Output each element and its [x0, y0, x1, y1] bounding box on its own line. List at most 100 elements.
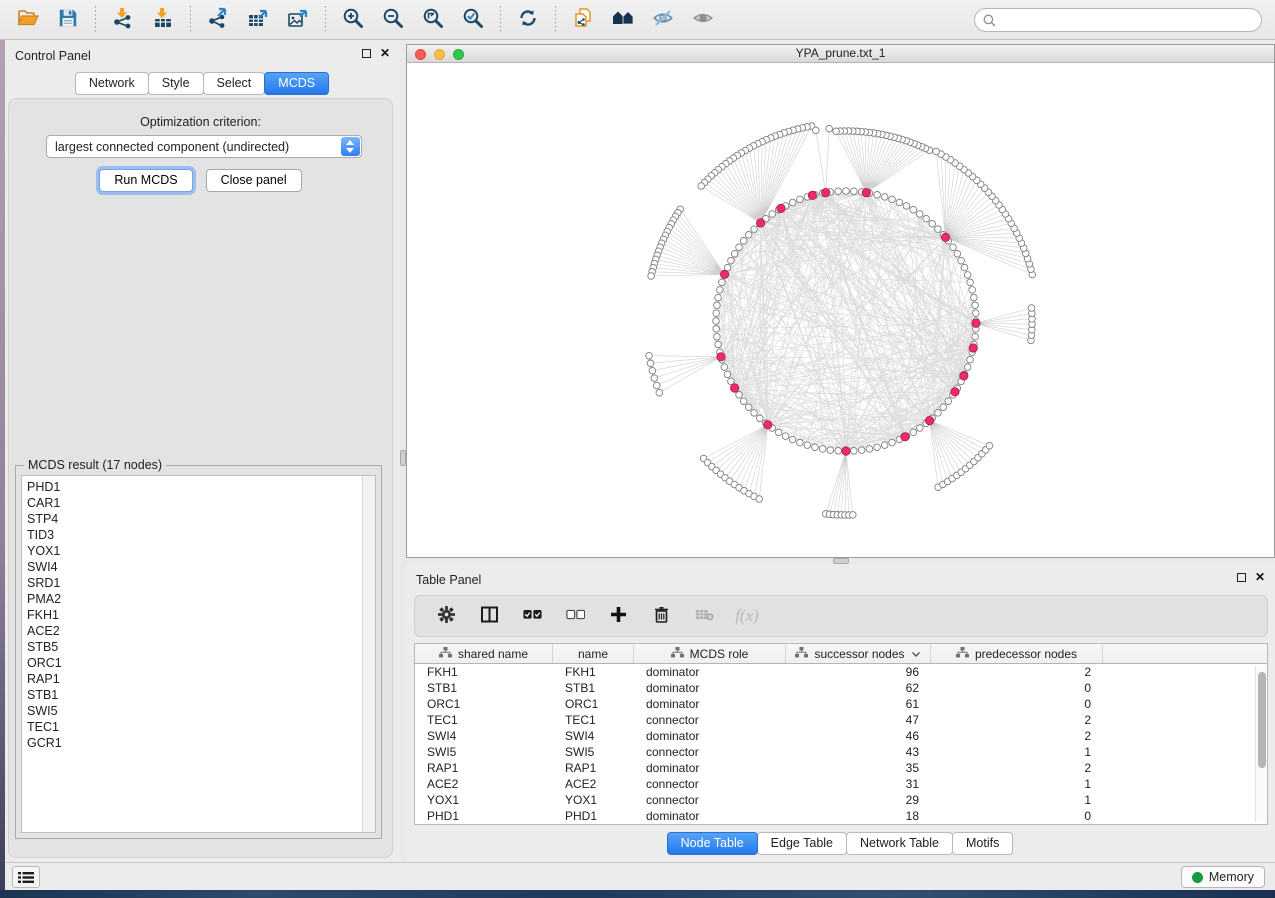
- table-row[interactable]: FKH1FKH1dominator962: [415, 664, 1267, 680]
- export-image-button[interactable]: [281, 4, 315, 36]
- network-canvas[interactable]: [407, 63, 1274, 557]
- cell-shared-name[interactable]: RAP1: [415, 760, 553, 776]
- float-table-panel-icon[interactable]: [1237, 573, 1246, 582]
- table-settings-button[interactable]: [431, 601, 461, 631]
- cell-shared-name[interactable]: SWI4: [415, 728, 553, 744]
- tab-motifs[interactable]: Motifs: [952, 832, 1013, 855]
- cell-shared-name[interactable]: STB1: [415, 680, 553, 696]
- network-window-titlebar[interactable]: YPA_prune.txt_1: [407, 45, 1274, 63]
- cell-mcds-role[interactable]: connector: [634, 712, 786, 728]
- cell-name[interactable]: ORC1: [553, 696, 634, 712]
- cell-successor-nodes[interactable]: 43: [786, 744, 931, 760]
- first-neighbors-button[interactable]: [606, 4, 640, 36]
- table-row[interactable]: SWI5SWI5connector431: [415, 744, 1267, 760]
- column-header-successor-nodes[interactable]: successor nodes: [786, 644, 931, 663]
- mcds-result-item[interactable]: TID3: [27, 527, 375, 543]
- table-row[interactable]: ORC1ORC1dominator610: [415, 696, 1267, 712]
- cell-name[interactable]: FKH1: [553, 664, 634, 680]
- float-panel-icon[interactable]: [362, 49, 371, 58]
- tab-select[interactable]: Select: [203, 72, 266, 95]
- mcds-result-item[interactable]: SWI5: [27, 703, 375, 719]
- cell-shared-name[interactable]: FKH1: [415, 664, 553, 680]
- table-row[interactable]: RAP1RAP1dominator352: [415, 760, 1267, 776]
- cell-predecessor-nodes[interactable]: 2: [931, 664, 1103, 680]
- zoom-in-button[interactable]: [336, 4, 370, 36]
- criterion-dropdown[interactable]: largest connected component (undirected): [46, 135, 362, 158]
- cell-mcds-role[interactable]: dominator: [634, 680, 786, 696]
- delete-column-button[interactable]: [646, 601, 676, 631]
- cell-shared-name[interactable]: TEC1: [415, 712, 553, 728]
- cell-name[interactable]: SWI4: [553, 728, 634, 744]
- mcds-result-item[interactable]: PHD1: [27, 479, 375, 495]
- table-row[interactable]: SWI4SWI4dominator462: [415, 728, 1267, 744]
- mcds-result-item[interactable]: STP4: [27, 511, 375, 527]
- mcds-result-item[interactable]: STB1: [27, 687, 375, 703]
- export-table-button[interactable]: [241, 4, 275, 36]
- table-row[interactable]: YOX1YOX1connector291: [415, 792, 1267, 808]
- zoom-selected-button[interactable]: [456, 4, 490, 36]
- cell-predecessor-nodes[interactable]: 2: [931, 728, 1103, 744]
- export-network-button[interactable]: [201, 4, 235, 36]
- mcds-result-item[interactable]: GCR1: [27, 735, 375, 751]
- zoom-fit-button[interactable]: [416, 4, 450, 36]
- tab-network-table[interactable]: Network Table: [846, 832, 953, 855]
- mcds-result-item[interactable]: RAP1: [27, 671, 375, 687]
- cell-name[interactable]: YOX1: [553, 792, 634, 808]
- cell-predecessor-nodes[interactable]: 0: [931, 696, 1103, 712]
- mcds-result-item[interactable]: SRD1: [27, 575, 375, 591]
- column-header-predecessor-nodes[interactable]: predecessor nodes: [931, 644, 1103, 663]
- column-header-name[interactable]: name: [553, 644, 634, 663]
- open-file-button[interactable]: [11, 4, 45, 36]
- hide-selected-button[interactable]: [646, 4, 680, 36]
- close-panel-button[interactable]: Close panel: [206, 169, 302, 192]
- mcds-result-item[interactable]: FKH1: [27, 607, 375, 623]
- cell-mcds-role[interactable]: dominator: [634, 728, 786, 744]
- cell-name[interactable]: ACE2: [553, 776, 634, 792]
- tab-style[interactable]: Style: [148, 72, 204, 95]
- search-box[interactable]: [974, 8, 1262, 32]
- mcds-result-item[interactable]: PMA2: [27, 591, 375, 607]
- cell-predecessor-nodes[interactable]: 2: [931, 760, 1103, 776]
- cell-mcds-role[interactable]: connector: [634, 792, 786, 808]
- tab-network[interactable]: Network: [75, 72, 149, 95]
- cell-predecessor-nodes[interactable]: 1: [931, 792, 1103, 808]
- cell-successor-nodes[interactable]: 47: [786, 712, 931, 728]
- task-history-button[interactable]: [12, 866, 40, 888]
- close-table-panel-icon[interactable]: ✕: [1255, 572, 1265, 583]
- save-session-button[interactable]: [51, 4, 85, 36]
- table-scrollbar-thumb[interactable]: [1258, 672, 1266, 768]
- cell-shared-name[interactable]: ACE2: [415, 776, 553, 792]
- cell-mcds-role[interactable]: dominator: [634, 664, 786, 680]
- search-input[interactable]: [1001, 10, 1261, 30]
- import-network-button[interactable]: [106, 4, 140, 36]
- add-column-button[interactable]: [603, 601, 633, 631]
- mcds-result-item[interactable]: ORC1: [27, 655, 375, 671]
- column-layout-button[interactable]: [474, 601, 504, 631]
- table-row[interactable]: TEC1TEC1connector472: [415, 712, 1267, 728]
- cell-shared-name[interactable]: PHD1: [415, 808, 553, 824]
- cell-name[interactable]: RAP1: [553, 760, 634, 776]
- cell-shared-name[interactable]: SWI5: [415, 744, 553, 760]
- table-row[interactable]: STB1STB1dominator620: [415, 680, 1267, 696]
- cell-predecessor-nodes[interactable]: 0: [931, 680, 1103, 696]
- memory-button[interactable]: Memory: [1181, 866, 1265, 888]
- cell-mcds-role[interactable]: dominator: [634, 808, 786, 824]
- mcds-result-item[interactable]: STB5: [27, 639, 375, 655]
- close-panel-icon[interactable]: ✕: [380, 48, 390, 59]
- window-close-button[interactable]: [415, 49, 426, 60]
- cell-mcds-role[interactable]: connector: [634, 744, 786, 760]
- cell-mcds-role[interactable]: connector: [634, 776, 786, 792]
- mcds-result-item[interactable]: YOX1: [27, 543, 375, 559]
- cell-name[interactable]: TEC1: [553, 712, 634, 728]
- select-all-columns-button[interactable]: [517, 601, 547, 631]
- deselect-all-columns-button[interactable]: [560, 601, 590, 631]
- cell-successor-nodes[interactable]: 46: [786, 728, 931, 744]
- run-mcds-button[interactable]: Run MCDS: [99, 169, 192, 192]
- mcds-result-item[interactable]: SWI4: [27, 559, 375, 575]
- cell-predecessor-nodes[interactable]: 1: [931, 776, 1103, 792]
- window-minimize-button[interactable]: [434, 49, 445, 60]
- cell-shared-name[interactable]: YOX1: [415, 792, 553, 808]
- cell-successor-nodes[interactable]: 31: [786, 776, 931, 792]
- cell-successor-nodes[interactable]: 18: [786, 808, 931, 824]
- cell-name[interactable]: PHD1: [553, 808, 634, 824]
